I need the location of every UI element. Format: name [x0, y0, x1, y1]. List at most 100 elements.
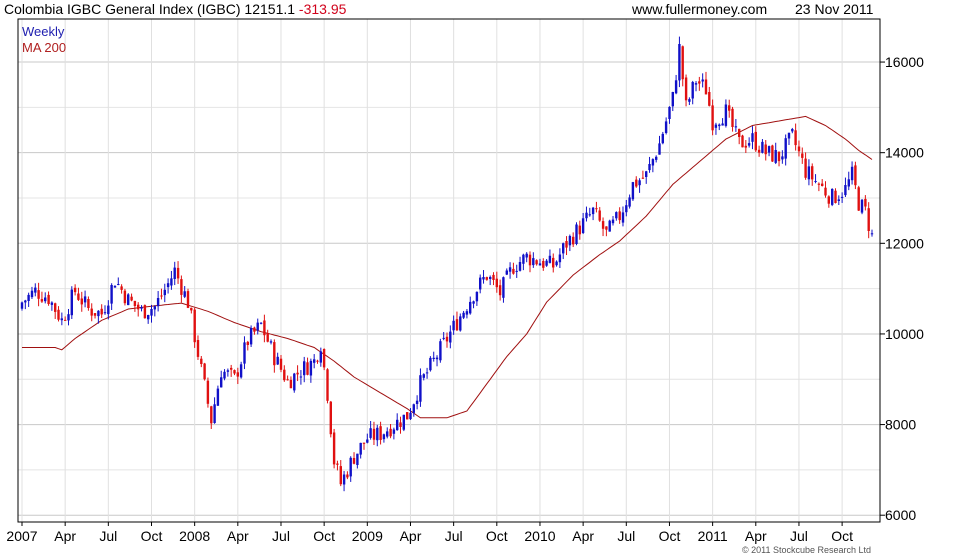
candle-body: [429, 357, 432, 371]
candle-body: [372, 428, 376, 440]
candle: [213, 397, 216, 424]
candle-body: [130, 296, 133, 301]
candle: [518, 256, 522, 272]
candle-body: [701, 79, 704, 82]
candle: [50, 301, 54, 311]
candle: [123, 288, 127, 306]
candle: [532, 252, 535, 268]
candle-body: [396, 419, 399, 431]
candle: [827, 195, 830, 208]
candle-body: [834, 190, 837, 203]
candle-body: [432, 357, 435, 359]
candle-body: [462, 312, 465, 318]
legend: Weekly MA 200: [22, 24, 66, 55]
candle-body: [90, 308, 93, 316]
candle: [103, 305, 107, 315]
candle-body: [704, 79, 708, 95]
candle: [435, 355, 439, 367]
candle: [412, 403, 415, 417]
candle-body: [635, 179, 638, 187]
candle-body: [671, 92, 674, 107]
candle: [269, 339, 273, 345]
candle: [402, 414, 405, 432]
candle: [389, 423, 392, 439]
candle-body: [854, 165, 857, 186]
candle: [273, 339, 276, 373]
candle-body: [664, 121, 668, 133]
candle-body: [821, 183, 824, 186]
candle-body: [200, 358, 203, 364]
candle: [349, 456, 352, 482]
candle: [465, 309, 469, 319]
candle-body: [525, 253, 528, 258]
candle: [515, 264, 518, 278]
candle-body: [535, 260, 538, 265]
candle-body: [445, 336, 449, 342]
candle-body: [744, 145, 747, 148]
candle-body: [362, 442, 366, 444]
candle-body: [276, 356, 279, 365]
x-tick-label: Jul: [272, 528, 290, 544]
candle: [37, 282, 40, 307]
x-tick-label: 2009: [352, 528, 383, 544]
candle: [731, 106, 734, 132]
candle: [20, 301, 24, 311]
candle-body: [386, 431, 389, 437]
candle-body: [827, 196, 830, 204]
candle: [246, 340, 249, 351]
candle: [801, 147, 804, 164]
candle-body: [97, 310, 100, 317]
candle: [83, 290, 87, 308]
candle: [203, 362, 206, 381]
x-tick-label: 2007: [6, 528, 37, 544]
candle: [140, 305, 143, 312]
candle: [366, 433, 369, 444]
candle-body: [54, 303, 57, 312]
candle-body: [87, 299, 90, 308]
candle-body: [220, 377, 223, 388]
candle: [831, 188, 834, 207]
candle-body: [422, 374, 425, 378]
candle-body: [213, 404, 216, 423]
candle: [372, 421, 376, 446]
candle: [77, 287, 80, 301]
candle-body: [160, 295, 163, 297]
candle-body: [40, 299, 44, 302]
candle: [230, 364, 233, 377]
candle-body: [452, 320, 455, 331]
candle: [243, 336, 246, 370]
candle-body: [482, 277, 485, 280]
candle: [190, 307, 193, 314]
candle-body: [538, 263, 542, 266]
candle: [525, 252, 528, 263]
candle-body: [811, 166, 814, 180]
candle: [575, 222, 578, 246]
candle: [137, 302, 140, 317]
candle: [658, 135, 661, 155]
candle: [226, 368, 230, 377]
candle-body: [794, 130, 797, 146]
candle: [824, 181, 827, 198]
candle: [694, 81, 698, 92]
candle-body: [542, 261, 545, 268]
candle: [156, 291, 160, 312]
candle-body: [492, 274, 495, 280]
candle-body: [352, 458, 356, 464]
candle-body: [585, 212, 588, 219]
legend-weekly: Weekly: [22, 24, 65, 39]
candle: [44, 292, 47, 304]
candle: [386, 427, 389, 439]
candle: [27, 292, 30, 307]
candle-body: [658, 143, 661, 155]
candle-body: [439, 341, 442, 361]
candle: [276, 352, 279, 365]
candle-body: [628, 197, 631, 207]
candle: [133, 300, 137, 312]
candle: [369, 420, 372, 440]
candle: [220, 370, 223, 388]
candle-body: [47, 294, 50, 304]
candle-body: [867, 208, 870, 231]
candle-body: [266, 333, 269, 342]
candle-body: [522, 254, 525, 264]
candle-body: [698, 81, 701, 84]
